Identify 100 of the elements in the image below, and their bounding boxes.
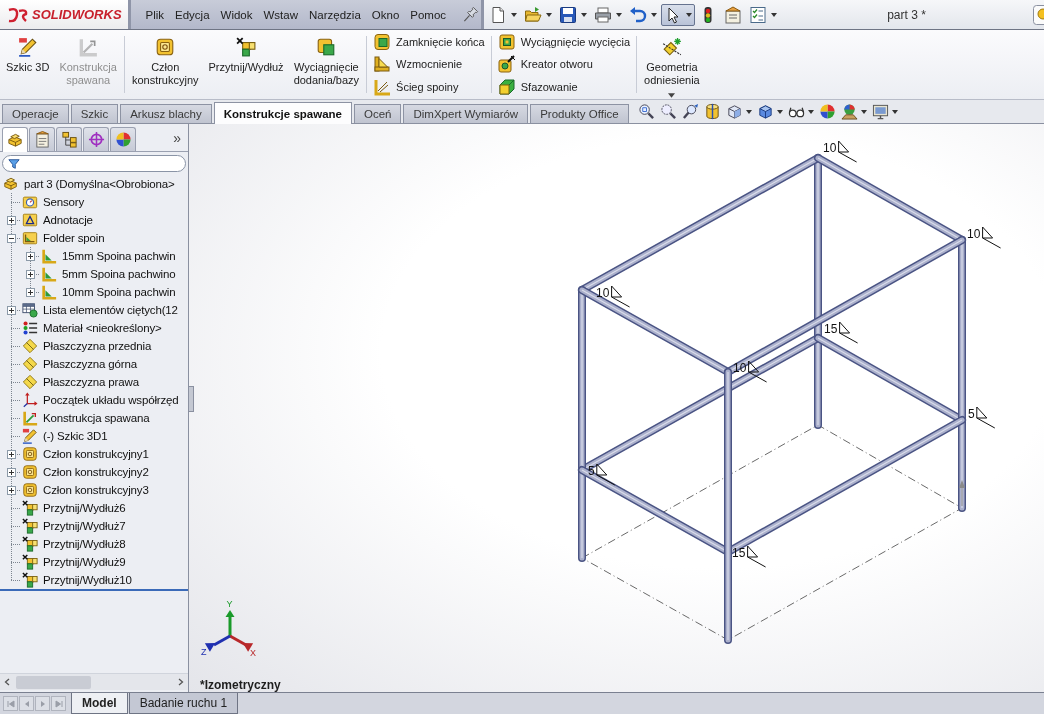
scrollbar-thumb[interactable]	[16, 675, 91, 689]
tree-item[interactable]: Materiał <nieokreślony>	[43, 322, 162, 334]
view-toolbar-button[interactable]	[817, 103, 837, 120]
tree-item[interactable]: Człon konstrukcyjny2	[43, 466, 149, 478]
view-name-label: *Izometryczny	[200, 678, 281, 692]
folder-icon	[524, 5, 542, 24]
tree-item[interactable]: 10mm Spoina pachwin	[62, 286, 176, 298]
caret-icon	[860, 109, 867, 114]
tree-item[interactable]: Początek układu współrzęd	[43, 394, 179, 406]
pencil-icon	[17, 37, 38, 57]
ribbon-button[interactable]: Człon konstrukcyjny	[127, 35, 203, 89]
view-toolbar-button[interactable]	[636, 103, 656, 120]
menu-item[interactable]: Plik	[140, 6, 170, 23]
block-icon	[3, 176, 19, 192]
plus-box-icon[interactable]	[7, 449, 16, 459]
tree-item[interactable]: (-) Szkic 3D1	[43, 430, 108, 442]
menu-item[interactable]: Okno	[366, 6, 405, 23]
ribbon-button[interactable]: Przytnij/Wydłuż	[204, 35, 288, 76]
material-dots-icon	[22, 320, 38, 336]
splitter-handle[interactable]	[189, 386, 194, 412]
weld-folder-icon	[22, 230, 38, 246]
ribbon-button[interactable]: Wzmocnienie	[370, 54, 488, 75]
panel-tab[interactable]	[56, 127, 82, 151]
plus-box-icon[interactable]	[7, 467, 16, 477]
toolbar-button[interactable]	[661, 3, 695, 26]
tree-item[interactable]: Folder spoin	[43, 232, 105, 244]
tree-item[interactable]: Przytnij/Wydłuż7	[43, 520, 126, 532]
command-tab[interactable]: Operacje	[2, 104, 69, 123]
tree-item[interactable]: Adnotacje	[43, 214, 93, 226]
view-toolbar-button[interactable]	[658, 103, 678, 120]
magnifier-arrow-icon	[681, 103, 699, 120]
lightbulb-icon[interactable]	[1033, 4, 1044, 25]
menu-item[interactable]: Narzędzia	[303, 6, 367, 23]
monitor-icon	[871, 103, 889, 120]
view-toolbar-button[interactable]	[680, 103, 700, 120]
caret-icon	[745, 109, 752, 114]
plus-box-icon[interactable]	[26, 287, 35, 297]
filter-field[interactable]	[2, 155, 186, 172]
command-tab[interactable]: Oceń	[354, 104, 402, 123]
window-title: part 3 *	[887, 7, 926, 22]
tree-item[interactable]: Przytnij/Wydłuż6	[43, 502, 126, 514]
menu-item[interactable]: Edycja	[169, 6, 216, 23]
tree-item[interactable]: Człon konstrukcyjny1	[43, 448, 149, 460]
menu-item[interactable]: Widok	[215, 6, 258, 23]
plus-box-icon[interactable]	[7, 305, 16, 315]
tree-item[interactable]: part 3 (Domyślna<Obrobiona>	[24, 178, 175, 190]
weld-size-label: 15	[732, 546, 746, 560]
view-toolbar-button[interactable]	[870, 103, 899, 120]
ribbon-button[interactable]: Wyciągnięcie dodania/bazy	[289, 35, 364, 89]
tree-item[interactable]: Przytnij/Wydłuż9	[43, 556, 126, 568]
tree-item[interactable]: Sensory	[43, 196, 85, 208]
tree-item[interactable]: 15mm Spoina pachwin	[62, 250, 176, 262]
panel-tab[interactable]	[29, 127, 55, 151]
ribbon-button[interactable]: Wyciągnięcie wycięcia	[494, 31, 634, 53]
chevron-right-icon[interactable]	[178, 678, 184, 686]
ribbon-button[interactable]: Kreator otworu	[494, 54, 634, 75]
ribbon-button[interactable]: Sfazowanie	[494, 76, 634, 98]
menu-item[interactable]: Pomoc	[404, 6, 452, 23]
tree-item[interactable]: Lista elementów ciętych(12	[43, 304, 178, 316]
view-toolbar-button[interactable]	[839, 103, 868, 120]
tree-item[interactable]: Płaszczyzna prawa	[43, 376, 139, 388]
more-tabs-button[interactable]: »	[170, 129, 184, 146]
caret-icon	[891, 109, 898, 114]
minus-box-icon[interactable]	[7, 233, 16, 243]
ribbon-button[interactable]: Geometria odniesienia	[640, 35, 704, 100]
plus-box-icon[interactable]	[26, 251, 35, 261]
chevron-left-icon[interactable]	[4, 678, 10, 686]
tree-item[interactable]: Płaszczyzna górna	[43, 358, 137, 370]
command-tab[interactable]: Produkty Office	[530, 104, 629, 123]
fillet-weld-symbol-icon	[748, 360, 768, 383]
tree-item[interactable]: Przytnij/Wydłuż8	[43, 538, 126, 550]
panel-tab[interactable]	[110, 127, 136, 151]
annotation-folder-icon	[22, 212, 38, 228]
horizontal-scrollbar[interactable]	[0, 673, 188, 690]
command-tab[interactable]: Konstrukcje spawane	[213, 102, 352, 124]
plus-box-icon[interactable]	[7, 215, 16, 225]
menu-item[interactable]: Wstaw	[258, 6, 304, 23]
command-tab[interactable]: DimXpert Wymiarów	[403, 104, 529, 123]
tree-item[interactable]: Przytnij/Wydłuż10	[43, 574, 132, 586]
weld-size-label: 5	[968, 407, 975, 421]
tree-item[interactable]: Człon konstrukcyjny3	[43, 484, 149, 496]
table-icon	[22, 302, 38, 318]
ribbon-button[interactable]: Zamknięcie końca	[370, 31, 488, 53]
weld-bead-icon	[373, 77, 392, 96]
plus-box-icon[interactable]	[26, 269, 35, 279]
ribbon-button[interactable]: Szkic 3D	[2, 35, 54, 76]
tree-item[interactable]: 5mm Spoina pachwino	[62, 268, 176, 280]
color-ball-icon	[114, 131, 132, 148]
last-arrow-icon	[54, 699, 63, 708]
plus-box-icon[interactable]	[7, 485, 16, 495]
command-tab[interactable]: Szkic	[70, 104, 119, 123]
panel-tab[interactable]	[83, 127, 109, 151]
panel-tab[interactable]	[2, 127, 28, 152]
command-tab[interactable]: Arkusz blachy	[120, 104, 212, 123]
ribbon-button[interactable]: Ścieg spoiny	[370, 76, 488, 98]
tree-item[interactable]: Konstrukcja spawana	[43, 412, 150, 424]
tree-item[interactable]: Płaszczyzna przednia	[43, 340, 152, 352]
pushpin-icon[interactable]	[461, 6, 479, 23]
sheet-tab[interactable]: Badanie ruchu 1	[128, 693, 239, 714]
sheet-tab[interactable]: Model	[71, 693, 128, 714]
